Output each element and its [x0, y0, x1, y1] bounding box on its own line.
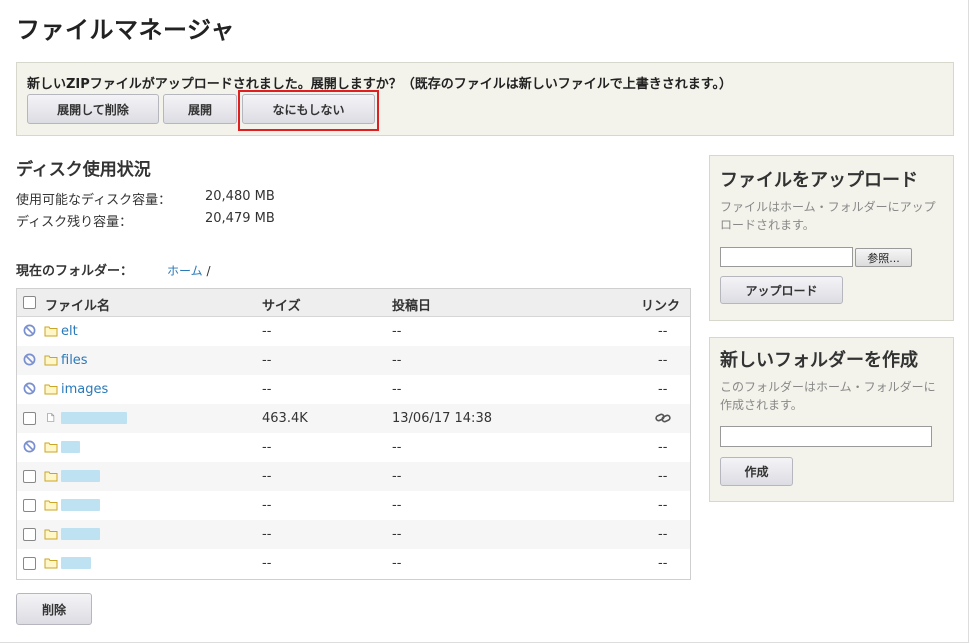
row-link: --	[658, 469, 668, 484]
folder-icon	[44, 355, 58, 366]
row-size: --	[262, 527, 272, 542]
upload-description: ファイルはホーム・フォルダーにアップロードされます。	[720, 200, 936, 232]
row-size: --	[262, 469, 272, 484]
row-date: --	[392, 527, 402, 542]
table-row[interactable]: elt -- -- --	[17, 317, 690, 346]
row-link: --	[658, 382, 668, 397]
row-checkbox[interactable]	[23, 412, 36, 425]
zip-notice-message: 新しいZIPファイルがアップロードされました。展開しますか？（既存のファイルは新…	[27, 77, 732, 92]
folder-link[interactable]: elt	[61, 324, 78, 339]
row-date: --	[392, 440, 402, 455]
col-header-date: 投稿日	[392, 299, 432, 314]
disk-available-value: 20,480 MB	[205, 189, 275, 204]
redacted-foldername[interactable]	[61, 528, 100, 540]
extract-and-delete-button[interactable]: 展開して削除	[27, 94, 159, 124]
new-folder-name-input[interactable]	[720, 426, 932, 447]
row-link: --	[658, 324, 668, 339]
row-size: --	[262, 382, 272, 397]
page-title: ファイルマネージャ	[16, 16, 235, 44]
table-row[interactable]: -- -- --	[17, 491, 690, 520]
folder-link[interactable]: files	[61, 353, 88, 368]
disk-available-label: 使用可能なディスク容量：	[16, 193, 172, 208]
no-entry-icon	[23, 440, 36, 453]
table-row[interactable]: images -- -- --	[17, 375, 690, 404]
row-link: --	[658, 527, 668, 542]
row-date: 13/06/17 14:38	[392, 411, 492, 426]
table-row[interactable]: -- -- --	[17, 433, 690, 462]
table-row[interactable]: 463.4K 13/06/17 14:38	[17, 404, 690, 433]
table-row[interactable]: -- -- --	[17, 462, 690, 491]
chain-link-icon[interactable]	[655, 412, 671, 424]
folder-icon	[44, 384, 58, 395]
table-row[interactable]: -- -- --	[17, 549, 690, 578]
table-row[interactable]: files -- -- --	[17, 346, 690, 375]
extract-button[interactable]: 展開	[163, 94, 237, 124]
col-header-name: ファイル名	[45, 299, 111, 314]
col-header-size: サイズ	[262, 299, 301, 314]
select-all-checkbox[interactable]	[23, 296, 36, 309]
folder-link[interactable]: images	[61, 382, 108, 397]
browse-button[interactable]: 参照...	[855, 248, 912, 267]
create-folder-button[interactable]: 作成	[720, 457, 793, 486]
file-table: ファイル名 サイズ 投稿日 リンク elt -- -- -- files -- …	[16, 288, 691, 580]
delete-button[interactable]: 削除	[16, 593, 92, 625]
redacted-filename[interactable]	[61, 412, 127, 424]
row-size: 463.4K	[262, 411, 308, 426]
row-date: --	[392, 324, 402, 339]
no-entry-icon	[23, 324, 36, 337]
row-link: --	[658, 353, 668, 368]
redacted-foldername[interactable]	[61, 441, 80, 453]
new-folder-heading: 新しいフォルダーを作成	[720, 350, 918, 371]
row-checkbox[interactable]	[23, 470, 36, 483]
disk-remaining-value: 20,479 MB	[205, 211, 275, 226]
upload-button[interactable]: アップロード	[720, 276, 843, 304]
do-nothing-highlight	[238, 90, 379, 131]
row-date: --	[392, 469, 402, 484]
row-size: --	[262, 324, 272, 339]
row-date: --	[392, 382, 402, 397]
row-checkbox[interactable]	[23, 499, 36, 512]
row-size: --	[262, 440, 272, 455]
current-folder-label: 現在のフォルダー：	[16, 264, 134, 279]
redacted-foldername[interactable]	[61, 557, 91, 569]
folder-icon	[44, 471, 58, 482]
new-folder-description: このフォルダーはホーム・フォルダーに作成されます。	[720, 380, 936, 412]
no-entry-icon	[23, 353, 36, 366]
row-checkbox[interactable]	[23, 557, 36, 570]
row-size: --	[262, 498, 272, 513]
col-header-link: リンク	[641, 299, 681, 314]
row-date: --	[392, 556, 402, 571]
redacted-foldername[interactable]	[61, 470, 100, 482]
breadcrumb-home-link[interactable]: ホーム	[167, 264, 203, 278]
row-date: --	[392, 353, 402, 368]
breadcrumb-separator: /	[206, 264, 211, 278]
breadcrumb: ホーム /	[167, 262, 211, 279]
row-checkbox[interactable]	[23, 528, 36, 541]
upload-file-input[interactable]	[720, 247, 853, 267]
table-row[interactable]: -- -- --	[17, 520, 690, 549]
disk-usage-heading: ディスク使用状況	[16, 160, 151, 180]
disk-remaining-label: ディスク残り容量：	[16, 215, 133, 230]
upload-heading: ファイルをアップロード	[720, 170, 918, 191]
upload-panel: ファイルをアップロード ファイルはホーム・フォルダーにアップロードされます。 参…	[709, 155, 954, 321]
file-icon	[47, 413, 55, 422]
row-link: --	[658, 498, 668, 513]
new-folder-panel: 新しいフォルダーを作成 このフォルダーはホーム・フォルダーに作成されます。 作成	[709, 337, 954, 502]
row-link: --	[658, 440, 668, 455]
folder-icon	[44, 326, 58, 337]
no-entry-icon	[23, 382, 36, 395]
redacted-foldername[interactable]	[61, 499, 100, 511]
row-date: --	[392, 498, 402, 513]
row-size: --	[262, 556, 272, 571]
folder-icon	[44, 500, 58, 511]
row-link: --	[658, 556, 668, 571]
folder-icon	[44, 529, 58, 540]
file-table-header: ファイル名 サイズ 投稿日 リンク	[17, 289, 690, 317]
folder-icon	[44, 558, 58, 569]
row-size: --	[262, 353, 272, 368]
folder-icon	[44, 442, 58, 453]
